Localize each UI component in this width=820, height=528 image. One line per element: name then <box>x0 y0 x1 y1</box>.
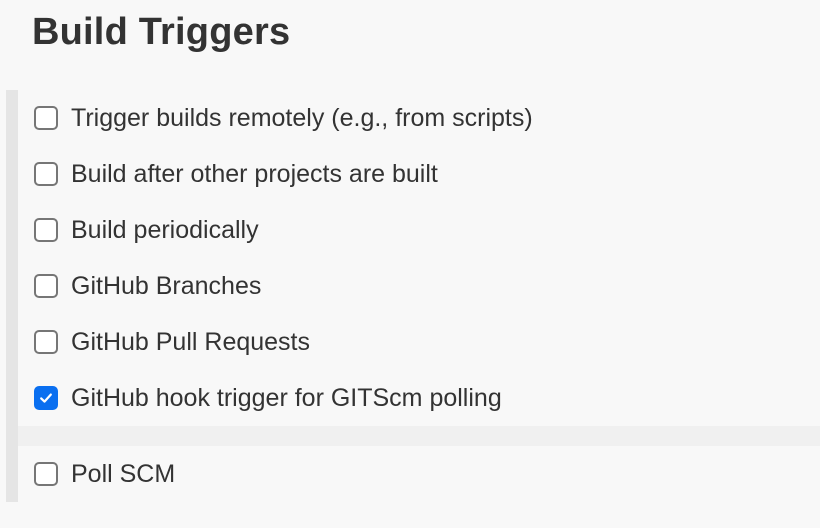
section-title: Build Triggers <box>32 11 291 53</box>
trigger-after-other-projects-label: Build after other projects are built <box>71 160 438 188</box>
trigger-github-branches-label: GitHub Branches <box>71 272 262 300</box>
build-triggers-page: Build Triggers Trigger builds remotely (… <box>0 0 820 528</box>
trigger-github-hook-checkbox[interactable] <box>34 386 58 410</box>
trigger-github-hook[interactable]: GitHub hook trigger for GITScm polling <box>34 384 502 412</box>
trigger-build-periodically-label: Build periodically <box>71 216 259 244</box>
trigger-github-pull-requests-label: GitHub Pull Requests <box>71 328 311 356</box>
trigger-build-periodically-checkbox[interactable] <box>34 218 58 242</box>
trigger-panel: Trigger builds remotely (e.g., from scri… <box>6 90 820 502</box>
trigger-poll-scm-label: Poll SCM <box>71 460 176 488</box>
trigger-poll-scm-checkbox[interactable] <box>34 462 58 486</box>
trigger-build-periodically[interactable]: Build periodically <box>34 216 259 244</box>
trigger-github-hook-label: GitHub hook trigger for GITScm polling <box>71 384 502 412</box>
trigger-after-other-projects-checkbox[interactable] <box>34 162 58 186</box>
trigger-github-branches-checkbox[interactable] <box>34 274 58 298</box>
panel-indent-bar <box>6 90 18 502</box>
trigger-github-pull-requests-checkbox[interactable] <box>34 330 58 354</box>
panel-divider-row <box>18 426 820 446</box>
trigger-after-other-projects[interactable]: Build after other projects are built <box>34 160 438 188</box>
trigger-github-branches[interactable]: GitHub Branches <box>34 272 261 300</box>
trigger-poll-scm[interactable]: Poll SCM <box>34 460 175 488</box>
trigger-remote-builds-checkbox[interactable] <box>34 106 58 130</box>
trigger-remote-builds[interactable]: Trigger builds remotely (e.g., from scri… <box>34 104 533 132</box>
checkmark-icon <box>40 393 52 403</box>
trigger-github-pull-requests[interactable]: GitHub Pull Requests <box>34 328 310 356</box>
trigger-remote-builds-label: Trigger builds remotely (e.g., from scri… <box>71 104 533 132</box>
